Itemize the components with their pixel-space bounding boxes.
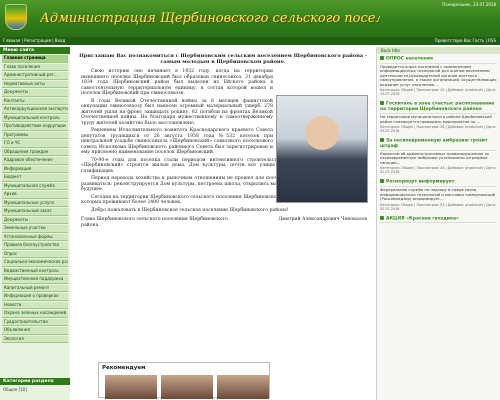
sidebar-menu-item[interactable]: Муниципальный заказ xyxy=(2,208,68,216)
news-title-text[interactable]: АКЦИЯ «Красная гвоздика» xyxy=(386,216,459,221)
menu-list: Главная страница Глава поселения Администр… xyxy=(0,55,70,343)
signature-name: Дмитрий Александрович Ченокалов xyxy=(278,217,367,222)
sidebar-menu-item[interactable]: Архив xyxy=(2,191,68,199)
news-meta: Категория: Общее | Просмотров: 26 | Доба… xyxy=(380,125,497,134)
sidebar-menu-item[interactable]: Нормативные акты xyxy=(2,80,68,88)
recommend-image[interactable] xyxy=(161,375,213,399)
news-title[interactable]: Госпиталь в зоне счастья: распознавание … xyxy=(377,99,500,113)
sidebar-menu-item[interactable]: Объявления xyxy=(2,327,68,335)
sidebar-menu-item[interactable]: Глава поселения xyxy=(2,63,68,71)
sidebar-menu-item[interactable]: Муниципальные услуги xyxy=(2,199,68,207)
history-paragraph: Свою историю оно начинает в 1932 году, к… xyxy=(81,69,273,96)
main-content: Приглашаю Вас познакомиться с Щербиновск… xyxy=(73,47,373,400)
sidebar-menu-item[interactable]: Градостроительство xyxy=(2,318,68,326)
sidebar-menu-item[interactable]: Правила благоустройства xyxy=(2,242,68,250)
news-title[interactable]: ОПРОС населения xyxy=(377,54,500,63)
history-paragraph: В годы Великой Отечественной войны за 6 … xyxy=(81,98,273,126)
recommend-image[interactable] xyxy=(217,375,269,399)
news-title[interactable]: Росморпорт информирует xyxy=(377,177,500,186)
news-bullet-icon xyxy=(380,215,384,220)
sidebar-menu-item[interactable]: Противодействие коррупции xyxy=(2,123,68,131)
sidebar-menu-item[interactable]: Антикоррупционная экспертиза xyxy=(2,106,68,114)
sidebar-menu-item[interactable]: Главная страница xyxy=(2,55,68,63)
news-body: Проводится опрос населения с применением… xyxy=(380,63,497,87)
sidebar-menu-item[interactable]: Документы xyxy=(2,216,68,224)
history-paragraph: Добро пожаловать в Щербиновское сельское… xyxy=(91,207,289,213)
right-sidebar: Back title ОПРОС населения Проводится опр… xyxy=(376,47,500,400)
recommend-image[interactable] xyxy=(105,375,157,399)
header-date: Понедельник, 23.07.2018 xyxy=(442,2,496,7)
sidebar-menu-item[interactable]: Социально-экономическое развитие xyxy=(2,259,68,267)
sidebar-menu-item[interactable]: Муниципальная служба xyxy=(2,182,68,190)
sidebar-menu-item[interactable]: ГО и ЧС xyxy=(2,140,68,148)
left-sidebar: Меню сайта Главная страница Глава поселен… xyxy=(0,47,70,400)
user-greeting[interactable]: Приветствую Вас Гость | RSS xyxy=(435,38,496,43)
news-bullet-icon xyxy=(380,138,384,143)
category-item[interactable]: Общее [10] xyxy=(3,387,27,392)
sidebar-menu-item[interactable]: Земельные участки xyxy=(2,225,68,233)
top-nav-bar: Главная | Регистрация | Вход Приветствую… xyxy=(0,37,500,45)
history-paragraph: Решением Исполнительного комитета Красно… xyxy=(81,128,273,155)
news-bullet-icon xyxy=(380,179,384,184)
top-nav-links[interactable]: Главная | Регистрация | Вход xyxy=(3,38,65,43)
sidebar-menu-item[interactable]: Контакты xyxy=(2,97,68,105)
sidebar-menu-item[interactable]: Ведомственный контроль xyxy=(2,267,68,275)
news-bullet-icon xyxy=(380,56,384,60)
sidebar-menu-item[interactable]: Опрос xyxy=(2,250,68,258)
sidebar-menu-item[interactable]: Установленные формы xyxy=(2,233,68,241)
sidebar-menu-item[interactable]: Кадровое обеспечение xyxy=(2,157,68,165)
sidebar-menu-item[interactable]: Информация xyxy=(2,165,68,173)
news-title-text[interactable]: Росморпорт информирует xyxy=(386,180,454,185)
signature-block: Глава Щербиновского сельского поселения … xyxy=(81,217,367,228)
sidebar-menu-item[interactable]: Новости xyxy=(2,301,68,309)
sidebar-menu-item[interactable]: Программы xyxy=(2,131,68,139)
news-body: Федеральная служба по надзору в сфере св… xyxy=(380,186,496,202)
sidebar-menu-item[interactable]: Документы xyxy=(2,89,68,97)
sidebar-menu-item[interactable]: Экология xyxy=(2,335,68,343)
news-meta: Категория: Общее | Просмотров: 34 | Доба… xyxy=(380,166,497,175)
news-list: ОПРОС населения Проводится опрос населени… xyxy=(377,54,500,224)
news-divider xyxy=(380,222,497,224)
sidebar-menu-item[interactable]: Информация о проверках xyxy=(2,293,68,301)
news-bullet-icon xyxy=(380,101,384,106)
signature-position: Глава Щербиновского сельского поселения … xyxy=(81,217,228,228)
news-title[interactable]: АКЦИЯ «Красная гвоздика» xyxy=(377,214,500,223)
intro-text: Приглашаю Вас познакомиться с Щербиновск… xyxy=(79,53,367,65)
sidebar-menu-item[interactable]: Охрана зеленых насаждений xyxy=(2,310,68,318)
sidebar-menu-item[interactable]: Имущественная поддержка xyxy=(2,276,68,284)
recommend-title: Рекомендуем xyxy=(102,365,146,371)
sidebar-menu-item[interactable]: Капитальный ремонт xyxy=(2,284,68,292)
sidebar-menu-item[interactable]: Бюджет xyxy=(2,174,68,182)
news-title[interactable]: За несвоевременную амбразию грозит штраф xyxy=(377,136,500,150)
head-portrait-photo xyxy=(276,95,368,203)
news-title-text[interactable]: За несвоевременную амбразию грозит штраф xyxy=(380,139,487,149)
news-body: Кодексом об административных правонаруше… xyxy=(380,150,489,165)
coat-of-arms-icon xyxy=(5,4,27,30)
recommend-block: Рекомендуем xyxy=(98,362,270,399)
menu-title: Меню сайта xyxy=(0,47,70,54)
news-title-text[interactable]: ОПРОС населения xyxy=(386,57,433,62)
category-title: Категории раздела xyxy=(0,378,70,385)
news-meta: Категория: Общее | Просмотров: 53 | Доба… xyxy=(380,202,497,211)
site-title[interactable]: Администрация Щербиновского сельского по… xyxy=(40,10,380,28)
sidebar-menu-item[interactable]: Муниципальный контроль xyxy=(2,114,68,122)
news-meta: Категория: Общее | Просмотров: 29 | Доба… xyxy=(380,88,497,97)
site-header: Администрация Щербиновского сельского по… xyxy=(0,0,500,37)
sidebar-menu-item[interactable]: Административный рег... xyxy=(2,72,68,80)
news-title-text[interactable]: Госпиталь в зоне счастья: распознавание … xyxy=(380,102,494,112)
sidebar-menu-item[interactable]: Обращения граждан xyxy=(2,148,68,156)
news-body: На территории муниципального района Щерб… xyxy=(380,113,492,124)
back-link[interactable]: Back title xyxy=(377,47,500,54)
